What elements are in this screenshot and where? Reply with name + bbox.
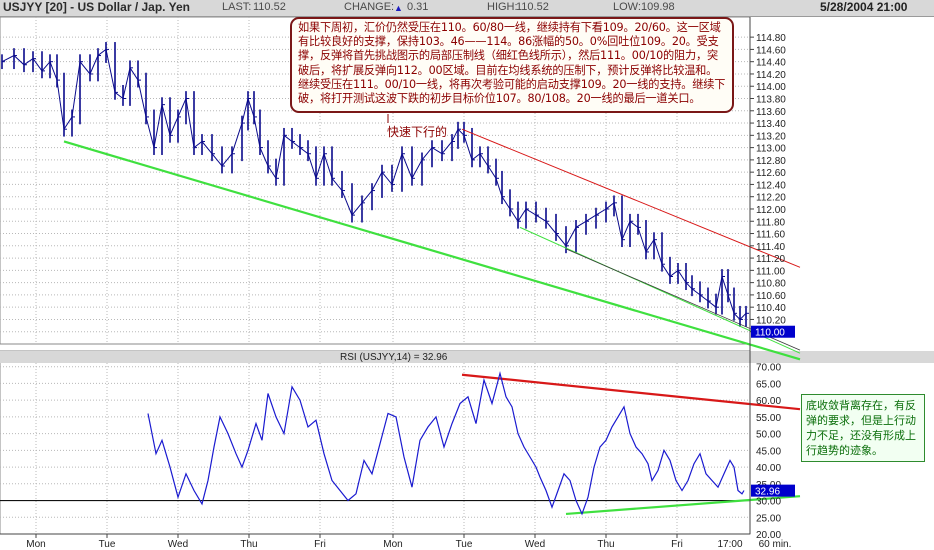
high-value: 110.52 [516,1,549,13]
price-tick-label: 111.00 [756,266,786,277]
price-tick-label: 111.20 [756,254,786,265]
x-tick-label: Mon [383,539,402,550]
change-value: 0.31 [407,1,429,13]
x-tick-label: Wed [525,539,545,550]
price-tick-label: 110.80 [756,279,786,290]
rsi-last-value: 32.96 [755,487,780,498]
rsi-tick-label: 60.00 [756,396,781,407]
rsi-tick-label: 65.00 [756,379,781,390]
last-label: LAST: [222,1,252,13]
x-tick-label: Tue [456,539,473,550]
price-tick-label: 111.80 [756,217,786,228]
rsi-tick-label: 30.00 [756,497,781,508]
price-tick-label: 114.20 [756,70,786,81]
x-tick-label: Wed [168,539,188,550]
price-tick-label: 113.20 [756,131,786,142]
symbol-title: USJYY [20] - US Dollar / Jap. Yen [3,0,190,14]
high-label: HIGH: [487,1,518,13]
price-tick-label: 112.20 [756,193,786,204]
low-label: LOW: [613,1,641,13]
price-tick-label: 110.20 [756,315,786,326]
datetime: 5/28/2004 21:00 [820,0,908,14]
price-tick-label: 114.40 [756,58,786,69]
price-tick-label: 111.40 [756,242,786,253]
rsi-tick-label: 45.00 [756,446,781,457]
low-value: 109.98 [641,1,675,13]
rsi-tick-label: 25.00 [756,513,781,524]
price-tick-label: 114.60 [756,45,786,56]
x-tick-label: Tue [99,539,116,550]
price-tick-label: 112.40 [756,180,786,191]
price-tick-label: 113.80 [756,95,786,106]
price-tick-label: 113.40 [756,119,786,130]
x-tick-label: 17:00 [717,539,742,550]
chart-header: USJYY [20] - US Dollar / Jap. Yen LAST: … [0,0,934,17]
change-label: CHANGE: [344,1,395,13]
price-tick-label: 113.00 [756,144,786,155]
rsi-tick-label: 50.00 [756,430,781,441]
price-tick-label: 114.80 [756,33,786,44]
price-tick-label: 114.00 [756,82,786,93]
price-tick-label: 113.60 [756,107,786,118]
fast-decline-label: 快速下行的 [387,123,448,140]
rsi-divergence-note: 底收敛背离存在，有反弹的要求，但是上行动力不足，还没有形成上行趋势的迹象。 [801,394,925,462]
rsi-tick-label: 55.00 [756,413,781,424]
analysis-note: 如果下周初，汇价仍然受压在110。60/80一线，继续持有下看109。20/60… [290,17,734,113]
price-tick-label: 111.60 [756,230,786,241]
x-tick-label: Thu [240,539,257,550]
price-tick-label: 112.80 [756,156,786,167]
rsi-tick-label: 40.00 [756,463,781,474]
x-tick-label: Mon [26,539,45,550]
rsi-tick-label: 70.00 [756,363,781,374]
x-tick-label: Fri [671,539,683,550]
last-value: 110.52 [253,1,286,13]
rsi-title: RSI (USJYY,14) = 32.96 [340,352,448,363]
change-up-icon: ▲ [394,3,403,13]
last-price-value: 110.00 [755,328,785,339]
x-tick-label: Fri [314,539,326,550]
rsi-panel [0,350,751,535]
price-tick-label: 110.40 [756,303,786,314]
price-tick-label: 110.60 [756,291,786,302]
price-tick-label: 112.00 [756,205,786,216]
x-tick-label: 60 min. [759,539,792,550]
price-tick-label: 112.60 [756,168,786,179]
x-tick-label: Thu [597,539,614,550]
